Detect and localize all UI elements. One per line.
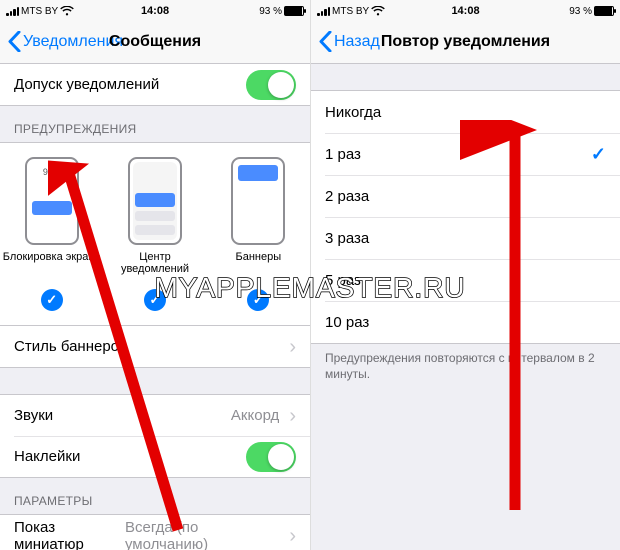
phone-icon-banner — [231, 157, 285, 245]
wifi-icon — [60, 6, 74, 16]
option-row[interactable]: Никогда — [311, 91, 620, 133]
option-row[interactable]: 1 раз ✓ — [311, 133, 620, 175]
status-bar: MTS BY 14:08 93 % — [0, 0, 310, 20]
alert-style-panel: 9:41 Блокировка экрана Центр уведомлений… — [0, 142, 310, 285]
section-header-params: ПАРАМЕТРЫ — [0, 478, 310, 514]
phone-icon-lock: 9:41 — [25, 157, 79, 245]
repeat-options-list: Никогда 1 раз ✓ 2 раза 3 раза 5 раз 10 раз — [311, 90, 620, 344]
battery-pct: 93 % — [259, 6, 282, 17]
option-row[interactable]: 10 раз — [311, 301, 620, 343]
alert-option-banners[interactable]: Баннеры — [207, 157, 309, 275]
option-label: Никогда — [325, 104, 381, 121]
row-banner-style[interactable]: Стиль баннеров › — [0, 326, 310, 368]
row-label: Показ миниатюр — [14, 519, 125, 550]
row-value: Всегда (по умолчанию) — [125, 519, 279, 550]
switch-allow[interactable] — [246, 70, 296, 100]
status-time: 14:08 — [451, 5, 479, 17]
battery-pct: 93 % — [569, 6, 592, 17]
alert-label: Центр уведомлений — [104, 251, 206, 275]
nav-bar: Назад Повтор уведомления — [311, 20, 620, 64]
phone-icon-center — [128, 157, 182, 245]
row-label: Звуки — [14, 407, 53, 424]
signal-icon — [6, 7, 19, 16]
checkmark-icon: ✓ — [591, 144, 606, 165]
chevron-right-icon: › — [289, 406, 296, 426]
row-allow-notifications[interactable]: Допуск уведомлений — [0, 64, 310, 106]
option-label: 1 раз — [325, 146, 361, 163]
row-label: Допуск уведомлений — [14, 76, 159, 93]
status-time: 14:08 — [141, 5, 169, 17]
back-button[interactable]: Уведомления — [8, 31, 123, 52]
status-bar: MTS BY 14:08 93 % — [311, 0, 620, 20]
alert-label: Баннеры — [236, 251, 282, 263]
carrier-label: MTS BY — [21, 6, 58, 17]
row-label: Наклейки — [14, 448, 80, 465]
carrier-label: MTS BY — [332, 6, 369, 17]
chevron-right-icon: › — [289, 526, 296, 546]
back-label: Назад — [334, 33, 380, 51]
back-button[interactable]: Назад — [319, 31, 380, 52]
row-sounds[interactable]: Звуки Аккорд › — [0, 394, 310, 436]
back-label: Уведомления — [23, 33, 123, 51]
alert-label: Блокировка экрана — [3, 251, 101, 263]
row-label: Стиль баннеров — [14, 338, 127, 355]
option-label: 3 раза — [325, 230, 369, 247]
row-stickers[interactable]: Наклейки — [0, 436, 310, 478]
screen-messages-settings: MTS BY 14:08 93 % Уведомления Сообщения … — [0, 0, 310, 550]
option-row[interactable]: 5 раз — [311, 259, 620, 301]
section-header-alerts: ПРЕДУПРЕЖДЕНИЯ — [0, 106, 310, 142]
option-label: 10 раз — [325, 314, 369, 331]
row-value: Аккорд — [231, 407, 279, 424]
chevron-right-icon: › — [289, 337, 296, 357]
row-show-previews[interactable]: Показ миниатюр Всегда (по умолчанию) › — [0, 514, 310, 550]
wifi-icon — [371, 6, 385, 16]
battery-icon — [284, 6, 304, 16]
option-label: 2 раза — [325, 188, 369, 205]
alert-option-lock[interactable]: 9:41 Блокировка экрана — [1, 157, 103, 275]
option-row[interactable]: 3 раза — [311, 217, 620, 259]
nav-bar: Уведомления Сообщения — [0, 20, 310, 64]
alert-option-center[interactable]: Центр уведомлений — [104, 157, 206, 275]
alert-checks-row: ✓ ✓ ✓ — [0, 285, 310, 326]
check-banners[interactable]: ✓ — [247, 289, 269, 311]
screen-repeat-alerts: MTS BY 14:08 93 % Назад Повтор уведомлен… — [310, 0, 620, 550]
section-footer: Предупреждения повторяются с интервалом … — [311, 344, 620, 389]
check-lock[interactable]: ✓ — [41, 289, 63, 311]
chevron-left-icon — [8, 31, 21, 52]
option-row[interactable]: 2 раза — [311, 175, 620, 217]
battery-icon — [594, 6, 614, 16]
option-label: 5 раз — [325, 272, 361, 289]
chevron-left-icon — [319, 31, 332, 52]
check-center[interactable]: ✓ — [144, 289, 166, 311]
signal-icon — [317, 7, 330, 16]
switch-stickers[interactable] — [246, 442, 296, 472]
